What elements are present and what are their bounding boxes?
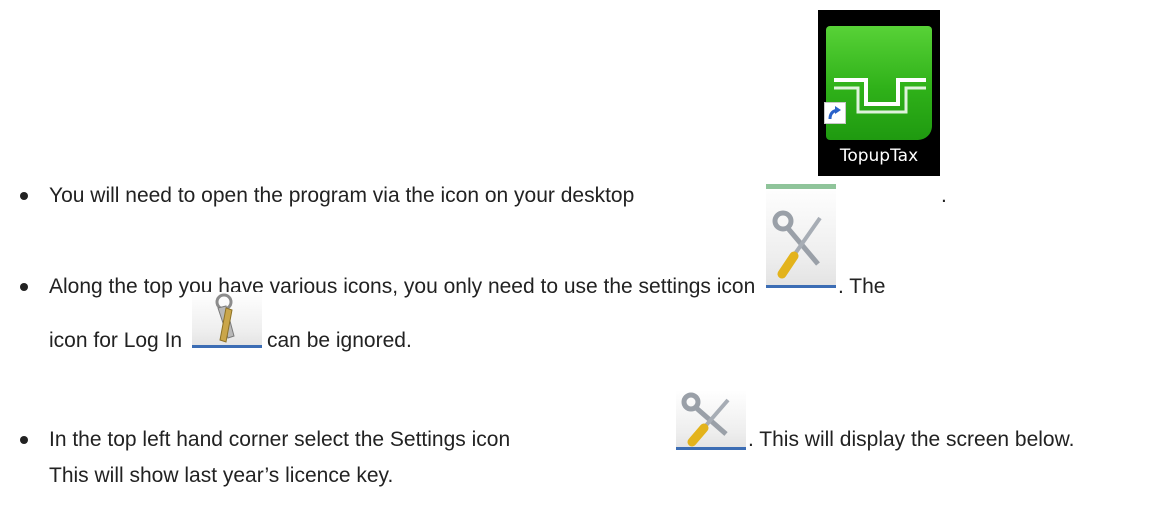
bullet-1-text: You will need to open the program via th…	[49, 184, 635, 207]
bullet-2-continuation-after: can be ignored.	[267, 329, 412, 352]
bullet-marker	[20, 436, 28, 444]
keys-glyph-icon	[215, 293, 235, 343]
topuptax-app-icon[interactable]: TopupTax	[818, 10, 940, 176]
shortcut-arrow-icon	[824, 102, 846, 124]
bullet-3-continuation: This will show last year’s licence key.	[49, 464, 394, 487]
bullet-3-trailing: . This will display the screen below.	[748, 428, 1075, 451]
icon-underline	[676, 447, 746, 450]
icon-underline	[766, 285, 836, 288]
bullet-marker	[20, 283, 28, 291]
settings-tools-icon[interactable]	[676, 390, 746, 450]
bullet-marker	[20, 192, 28, 200]
bullet-2-trailing: . The	[838, 275, 886, 298]
settings-tools-icon[interactable]	[766, 184, 836, 288]
bullet-3-text: In the top left hand corner select the S…	[49, 428, 511, 451]
topuptax-label: TopupTax	[839, 146, 919, 166]
wrench-screwdriver-icon	[772, 210, 822, 279]
wrench-screwdriver-icon	[681, 392, 730, 447]
keys-icon[interactable]	[192, 292, 262, 348]
bullet-2-continuation-before: icon for Log In	[49, 329, 183, 352]
bullet-1-trailing: .	[941, 184, 947, 207]
bullet-2-text: Along the top you have various icons, yo…	[49, 275, 756, 298]
icon-underline	[192, 345, 262, 348]
